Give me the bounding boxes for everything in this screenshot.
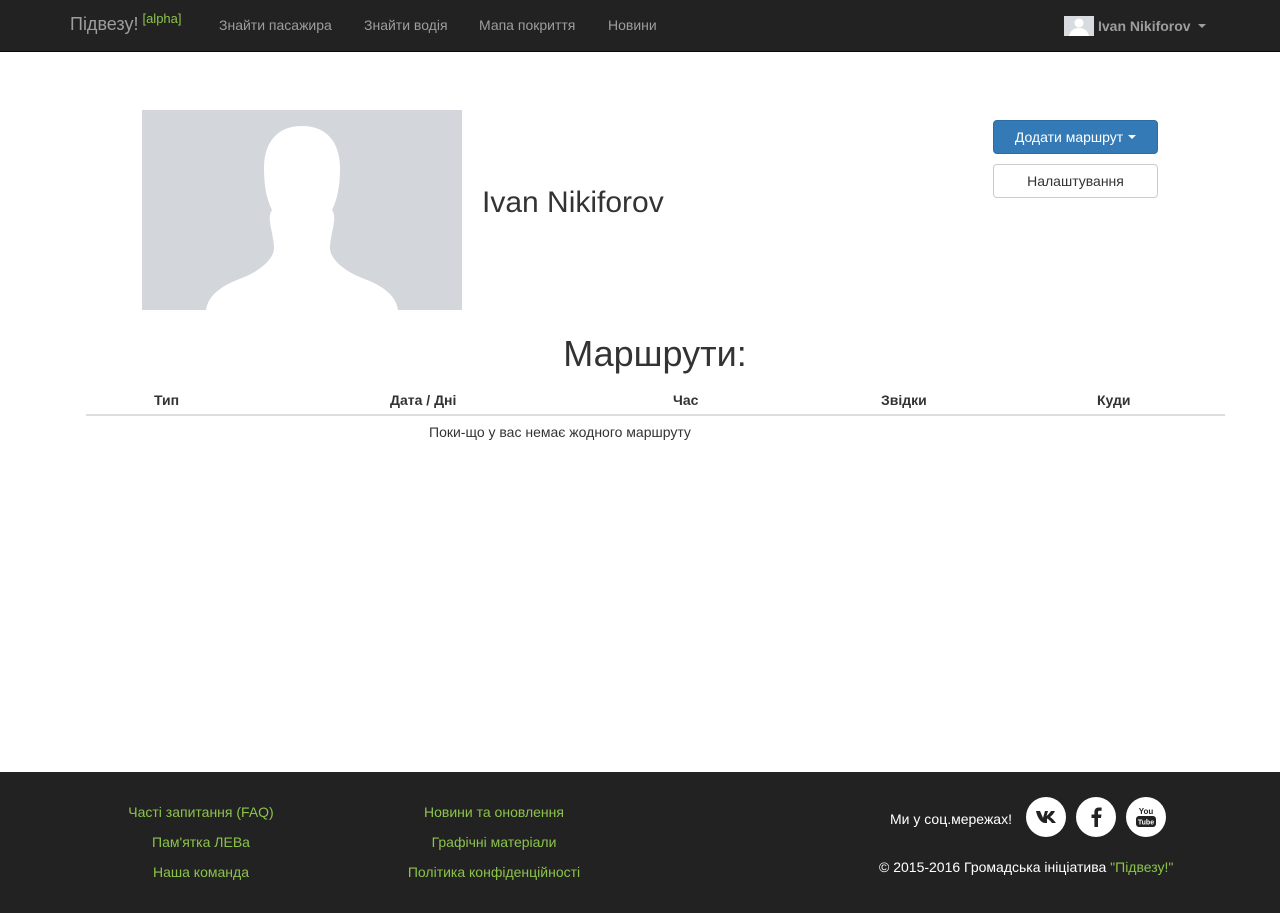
user-name: Ivan Nikiforov	[1098, 18, 1191, 34]
footer-link-graphics[interactable]: Графічні матеріали	[432, 834, 557, 850]
footer-link-faq[interactable]: Часті запитання (FAQ)	[128, 804, 273, 820]
chevron-down-icon	[1128, 135, 1137, 139]
footer-link-news[interactable]: Новини та оновлення	[424, 804, 564, 820]
column-header-to: Куди	[1097, 392, 1131, 408]
svg-text:You: You	[1139, 807, 1154, 816]
column-header-time: Час	[673, 392, 699, 408]
facebook-icon[interactable]	[1076, 797, 1116, 837]
add-route-button[interactable]: Додати маршрут	[993, 120, 1158, 154]
profile-photo	[142, 110, 462, 310]
empty-routes-message: Поки-що у вас немає жодного маршруту	[429, 424, 691, 440]
settings-button[interactable]: Налаштування	[993, 164, 1158, 198]
social-label: Ми у соц.мережах!	[890, 811, 1012, 827]
add-route-label: Додати маршрут	[1014, 129, 1124, 145]
routes-title: Маршрути:	[563, 333, 747, 374]
footer-link-privacy[interactable]: Політика конфіденційності	[408, 864, 580, 880]
column-header-type: Тип	[154, 392, 180, 408]
top-navbar: Підвезу! [alpha] Знайти пасажира Знайти в…	[0, 0, 1280, 52]
column-header-from: Звідки	[881, 392, 927, 408]
vk-icon[interactable]	[1026, 797, 1066, 837]
svg-text:Tube: Tube	[1138, 820, 1154, 827]
brand-alpha-badge: [alpha]	[142, 11, 182, 26]
chevron-down-icon	[1197, 24, 1206, 28]
brand-name: Підвезу!	[70, 14, 139, 34]
profile-name: Ivan Nikiforov	[482, 186, 664, 219]
table-header-divider	[86, 414, 1225, 416]
user-dropdown[interactable]: Ivan Nikiforov	[1064, 16, 1206, 36]
copyright: © 2015-2016 Громадська ініціатива "Підве…	[879, 859, 1173, 875]
copyright-text: © 2015-2016 Громадська ініціатива	[879, 859, 1111, 875]
youtube-icon[interactable]: You Tube	[1126, 797, 1166, 837]
footer-link-leva-memo[interactable]: Пам'ятка ЛЕВа	[152, 834, 250, 850]
copyright-project-link[interactable]: "Підвезу!"	[1110, 859, 1173, 875]
nav-coverage-map[interactable]: Мапа покриття	[479, 17, 575, 33]
avatar	[1064, 16, 1094, 36]
footer: Часті запитання (FAQ) Пам'ятка ЛЕВа Наша…	[0, 772, 1280, 913]
nav-find-passenger[interactable]: Знайти пасажира	[219, 17, 332, 33]
brand-link[interactable]: Підвезу! [alpha]	[70, 11, 182, 35]
footer-link-team[interactable]: Наша команда	[153, 864, 249, 880]
column-header-date: Дата / Дні	[390, 392, 457, 408]
nav-news[interactable]: Новини	[608, 17, 657, 33]
nav-find-driver[interactable]: Знайти водія	[364, 17, 448, 33]
